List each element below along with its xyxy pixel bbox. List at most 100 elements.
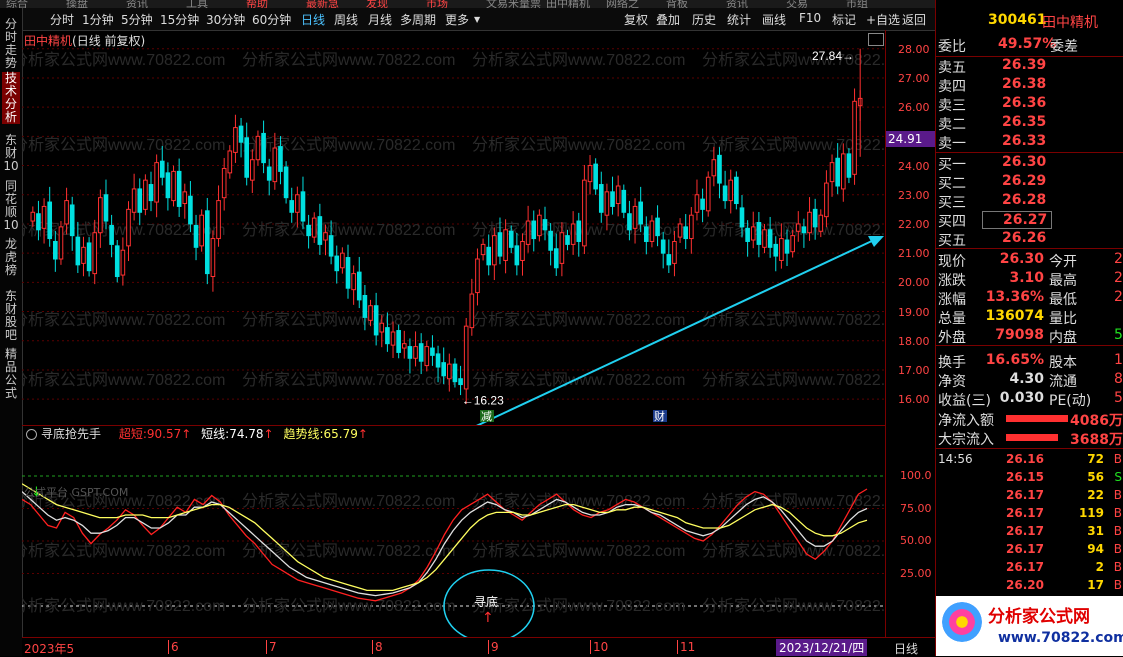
period-7[interactable]: 周线 bbox=[334, 11, 358, 28]
trend-line bbox=[471, 239, 875, 429]
toolbar-2[interactable]: 历史 bbox=[692, 11, 716, 28]
period-9[interactable]: 多周期 bbox=[400, 11, 436, 28]
period-3[interactable]: 15分钟 bbox=[160, 11, 199, 28]
bid-price[interactable]: 26.29 bbox=[1002, 173, 1046, 189]
bid-price[interactable]: 26.28 bbox=[1002, 192, 1046, 208]
top-menu-item[interactable]: 资讯 bbox=[126, 0, 148, 8]
left-nav-item[interactable]: 技术分析 bbox=[2, 72, 20, 124]
stat-row: 外盘 79098 内盘 5 bbox=[936, 327, 1123, 346]
period-2[interactable]: 5分钟 bbox=[121, 11, 153, 28]
watermark-text: 分析家公式网www.70822.com bbox=[472, 492, 685, 510]
top-menu-bar: 综合 操盘 资讯 工具 帮助 最新急 发现 市场 文易米量票 田中精机 网络之 背板 资讯 交易 市组 bbox=[0, 0, 935, 8]
candle bbox=[852, 88, 857, 185]
candle bbox=[824, 170, 829, 228]
left-nav-item[interactable]: 同花顺10 bbox=[2, 180, 20, 232]
top-menu-item[interactable]: 工具 bbox=[186, 0, 208, 8]
stock-header: 300461 田中精机 bbox=[936, 12, 1123, 32]
up-arrow-icon: ↑ bbox=[263, 427, 274, 441]
toolbar-3[interactable]: 统计 bbox=[727, 11, 751, 28]
toolbar-6[interactable]: 标记 bbox=[832, 11, 856, 28]
period-8[interactable]: 月线 bbox=[368, 11, 392, 28]
indicator-toggle-icon[interactable] bbox=[26, 429, 37, 440]
top-menu-item[interactable]: 田中精机 bbox=[546, 0, 590, 8]
stock-name[interactable]: 田中精机 bbox=[1042, 12, 1098, 32]
tick-price: 26.20 bbox=[1006, 578, 1044, 592]
stat-value: 3.10 bbox=[1009, 270, 1044, 286]
ask-price[interactable]: 26.33 bbox=[1002, 133, 1046, 149]
bid-price[interactable]: 26.30 bbox=[1002, 154, 1046, 170]
top-menu-item[interactable]: 资讯 bbox=[726, 0, 748, 8]
toolbar-1[interactable]: 叠加 bbox=[656, 11, 680, 28]
top-menu-item[interactable]: 交易 bbox=[786, 0, 808, 8]
ask-price[interactable]: 26.39 bbox=[1002, 57, 1046, 73]
ask-row: 卖四 26.38 bbox=[936, 76, 1123, 95]
indicator-name[interactable]: 寻底抢先手 bbox=[41, 427, 101, 441]
top-menu-item[interactable]: 发现 bbox=[366, 0, 388, 8]
date-year: 2023年5 bbox=[24, 642, 75, 656]
toolbar-7[interactable]: +自选 bbox=[866, 11, 900, 28]
period-4[interactable]: 30分钟 bbox=[206, 11, 245, 28]
watermark-text: 分析家公式网www.70822.com bbox=[242, 51, 455, 69]
price-tick: 23.00 bbox=[898, 188, 930, 202]
candle bbox=[233, 114, 238, 163]
chart-settings-icon[interactable] bbox=[868, 33, 884, 46]
ask-price[interactable]: 26.35 bbox=[1002, 114, 1046, 130]
tick-volume: 56 bbox=[1087, 470, 1104, 484]
candle bbox=[413, 331, 418, 367]
period-0[interactable]: 分时 bbox=[50, 11, 74, 28]
tick-price: 26.17 bbox=[1006, 542, 1044, 556]
marker-jian[interactable]: 减 bbox=[481, 410, 492, 423]
stat-row: 总量 136074 量比 bbox=[936, 308, 1123, 327]
watermark-text: 分析家公式网www.70822.com bbox=[702, 542, 885, 560]
ask-label: 卖五 bbox=[938, 60, 966, 76]
tick-row: 26.17 22 B bbox=[936, 488, 1123, 506]
stock-code: 300461 bbox=[988, 12, 1047, 28]
divider bbox=[936, 152, 1123, 153]
candle bbox=[756, 211, 762, 258]
candle bbox=[705, 171, 711, 217]
left-nav-item[interactable]: 分时走势 bbox=[2, 18, 20, 70]
bid-price[interactable]: 26.27 bbox=[982, 211, 1053, 229]
top-menu-item[interactable]: 市场 bbox=[426, 0, 448, 8]
period-6[interactable]: 日线 bbox=[301, 11, 325, 28]
top-menu-item[interactable]: 文易米量票 bbox=[486, 0, 541, 8]
more-dropdown-icon[interactable]: ▼ bbox=[474, 15, 480, 24]
candle bbox=[469, 278, 475, 336]
toolbar-5[interactable]: F10 bbox=[799, 11, 821, 25]
top-menu-item[interactable]: 操盘 bbox=[66, 0, 88, 8]
toolbar-8[interactable]: 返回 bbox=[902, 11, 926, 28]
toolbar-0[interactable]: 复权 bbox=[624, 11, 648, 28]
net-inflow-bar bbox=[1006, 415, 1068, 422]
kline-chart[interactable]: 分析家公式网www.70822.com 分析家公式网www.70822.com 分析… bbox=[12, 30, 915, 429]
top-menu-item[interactable]: 背板 bbox=[666, 0, 688, 8]
tick-side: B bbox=[1113, 452, 1122, 466]
candle bbox=[430, 335, 435, 366]
ask-price[interactable]: 26.38 bbox=[1002, 76, 1046, 92]
candle bbox=[717, 147, 722, 199]
indicator-panel[interactable]: 分析家公式网www.70822.com 分析家公式网www.70822.com 分析… bbox=[12, 425, 915, 643]
watermark-text: 分析家公式网www.70822.com bbox=[702, 51, 885, 69]
left-nav-item[interactable]: 龙虎榜 bbox=[2, 238, 20, 277]
left-nav-item[interactable]: 东财10 bbox=[2, 134, 20, 173]
left-nav-item[interactable]: 精品公式 bbox=[2, 348, 20, 400]
top-menu-item[interactable]: 帮助 bbox=[246, 0, 268, 8]
price-tick: 24.00 bbox=[898, 159, 930, 173]
watermark-text: 分析家公式网www.70822.com bbox=[22, 371, 225, 389]
period-5[interactable]: 60分钟 bbox=[252, 11, 291, 28]
toolbar-4[interactable]: 画线 bbox=[762, 11, 786, 28]
bid-price[interactable]: 26.26 bbox=[1002, 230, 1046, 246]
top-menu-item[interactable]: 最新急 bbox=[306, 0, 339, 8]
marker-cai[interactable]: 财 bbox=[654, 409, 665, 423]
stat-label: 收益(三) bbox=[938, 393, 991, 409]
top-menu-item[interactable]: 网络之 bbox=[606, 0, 639, 8]
period-1[interactable]: 1分钟 bbox=[82, 11, 114, 28]
candle bbox=[81, 236, 86, 277]
stat-row: 换手 16.65% 股本 1. bbox=[936, 352, 1123, 371]
top-menu-item[interactable]: 综合 bbox=[6, 0, 28, 8]
period-10[interactable]: 更多 bbox=[445, 11, 469, 28]
top-menu-item[interactable]: 市组 bbox=[846, 0, 868, 8]
ask-price[interactable]: 26.36 bbox=[1002, 95, 1046, 111]
candle bbox=[570, 211, 576, 255]
tick-price: 26.17 bbox=[1006, 506, 1044, 520]
left-nav-item[interactable]: 东财股吧 bbox=[2, 290, 20, 342]
